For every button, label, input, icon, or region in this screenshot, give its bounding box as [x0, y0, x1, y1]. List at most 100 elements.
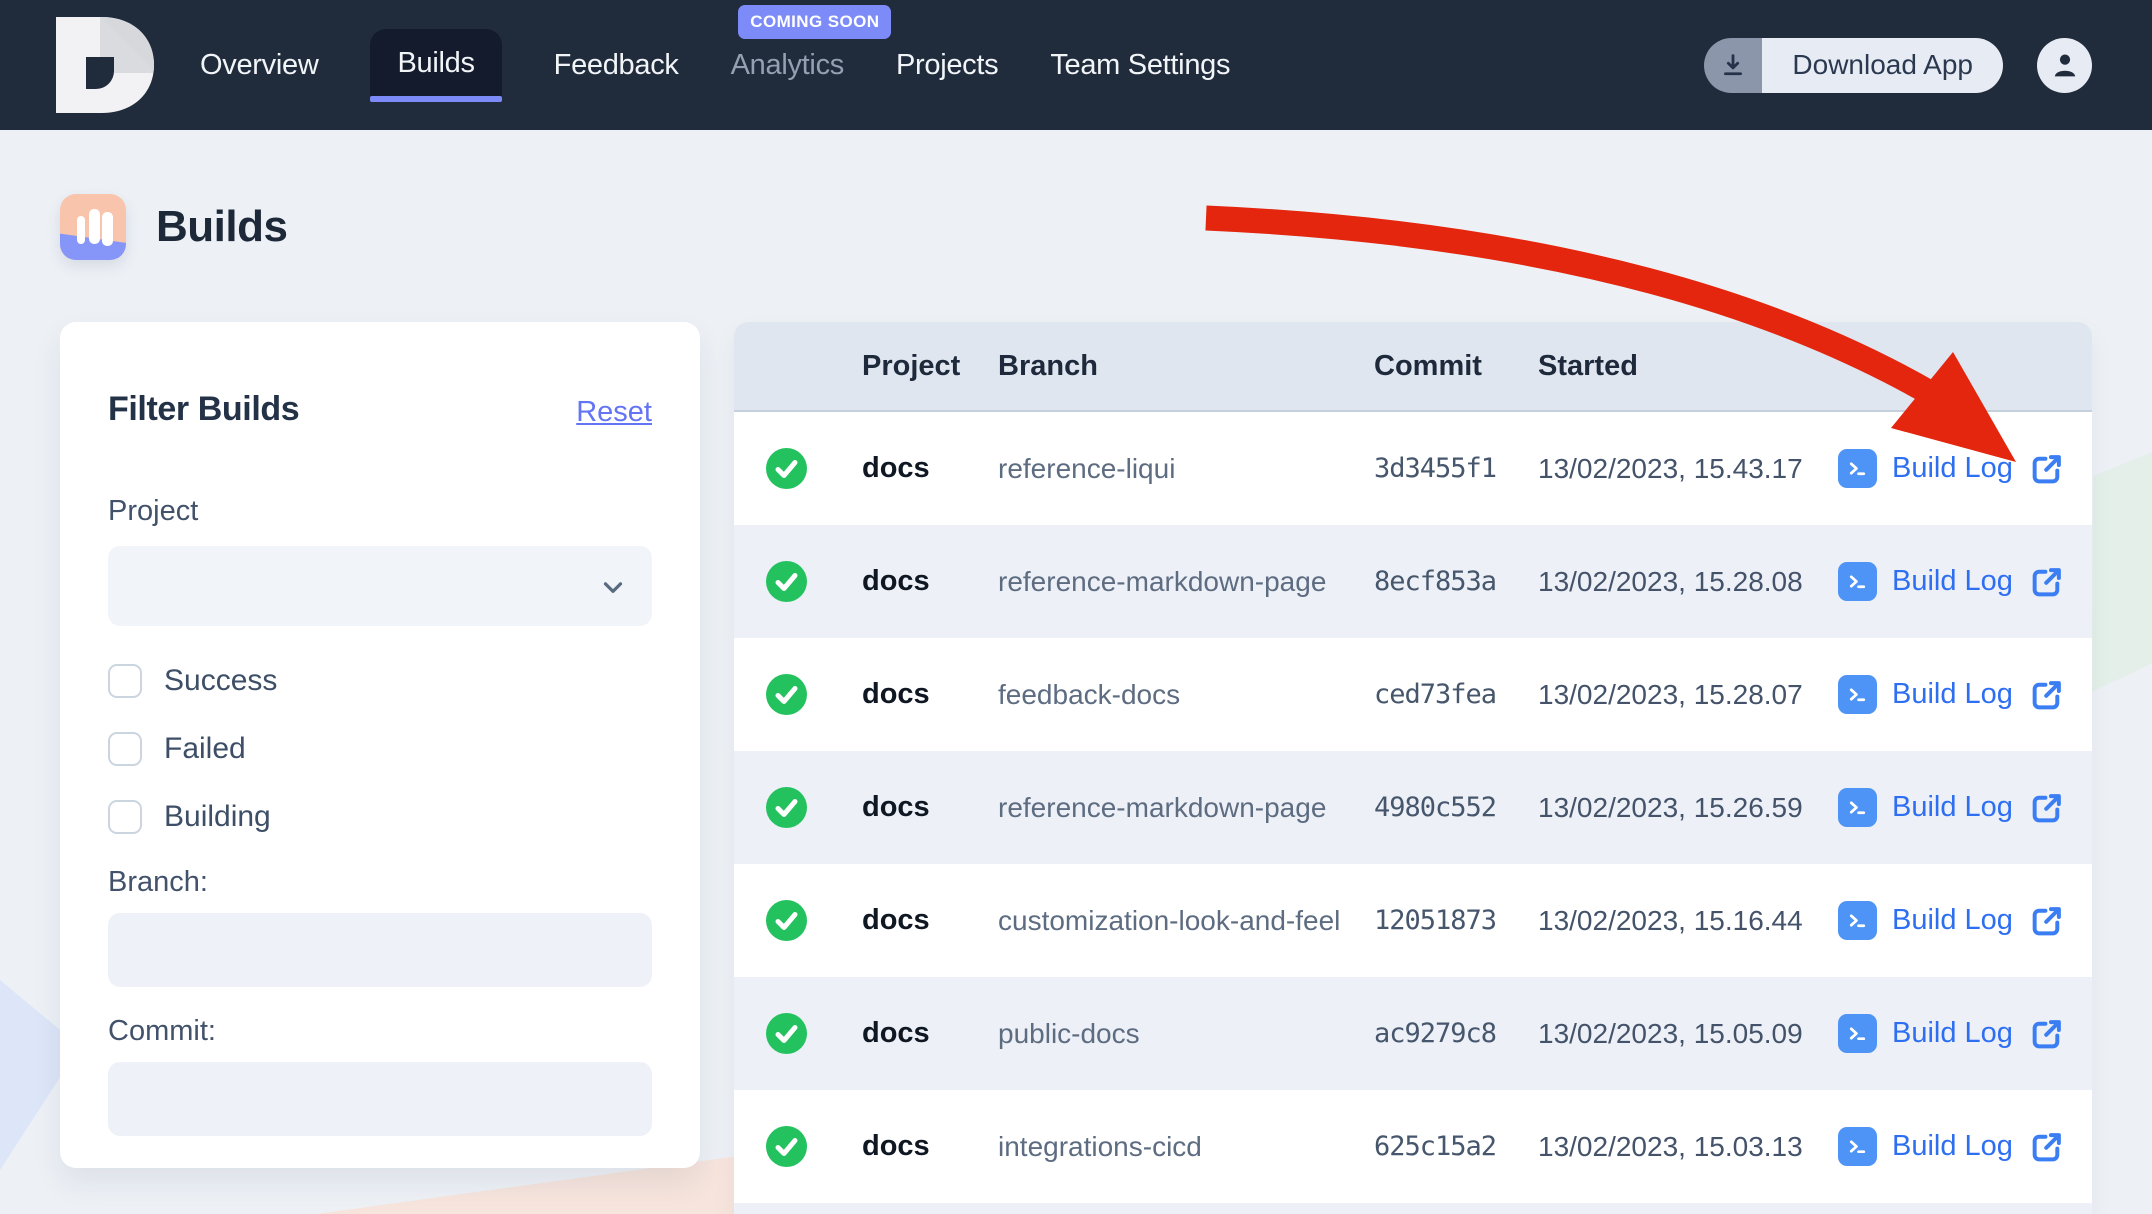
- build-log-link[interactable]: Build Log: [1838, 638, 2013, 751]
- page-header: Builds: [60, 194, 287, 260]
- build-log-label: Build Log: [1892, 678, 2013, 711]
- terminal-icon: [1838, 788, 1877, 827]
- nav-item-analytics[interactable]: COMING SOON Analytics: [731, 49, 844, 82]
- success-status-icon: [766, 674, 807, 715]
- project-field-label: Project: [108, 495, 652, 528]
- build-log-link[interactable]: Build Log: [1838, 864, 2013, 977]
- column-header-branch: Branch: [998, 322, 1098, 410]
- status-checkbox-group: Success Failed Building: [108, 662, 652, 836]
- build-log-label: Build Log: [1892, 904, 2013, 937]
- table-row: docs customization-look-and-feel 1205187…: [734, 864, 2092, 977]
- nav-right-cluster: Download App: [1704, 0, 2152, 130]
- build-log-link[interactable]: Build Log: [1838, 412, 2013, 525]
- primary-nav: Overview Builds Feedback COMING SOON Ana…: [200, 0, 1230, 130]
- external-link-icon[interactable]: [2028, 1128, 2066, 1166]
- commit-field-label: Commit:: [108, 1015, 652, 1048]
- builds-table: Project Branch Commit Started docs refer…: [734, 322, 2092, 1214]
- filter-panel-title: Filter Builds: [108, 390, 299, 429]
- nav-item-builds[interactable]: Builds: [370, 29, 501, 97]
- commit-input[interactable]: [108, 1062, 652, 1136]
- external-link-icon[interactable]: [2028, 676, 2066, 714]
- terminal-icon: [1838, 449, 1877, 488]
- external-link-icon[interactable]: [2028, 902, 2066, 940]
- nav-item-projects[interactable]: Projects: [896, 49, 998, 82]
- cell-branch: integrations-cicd: [998, 1090, 1202, 1203]
- download-icon: [1704, 38, 1762, 93]
- failed-checkbox[interactable]: [108, 732, 142, 766]
- cell-commit: 12051873: [1374, 864, 1496, 977]
- success-checkbox[interactable]: [108, 664, 142, 698]
- cell-branch: reference-markdown-page: [998, 751, 1326, 864]
- table-body: docs reference-liqui 3d3455f1 13/02/2023…: [734, 412, 2092, 1214]
- build-log-label: Build Log: [1892, 1017, 2013, 1050]
- nav-item-team-settings[interactable]: Team Settings: [1050, 49, 1230, 82]
- build-log-link[interactable]: Build Log: [1838, 525, 2013, 638]
- nav-item-builds-label: Builds: [397, 47, 474, 80]
- build-log-label: Build Log: [1892, 791, 2013, 824]
- table-row: docs reference-liqui 3d3455f1 13/02/2023…: [734, 412, 2092, 525]
- table-row-partial: [734, 1203, 2092, 1214]
- build-log-link[interactable]: Build Log: [1838, 977, 2013, 1090]
- success-checkbox-label: Success: [164, 664, 277, 698]
- branch-input[interactable]: [108, 913, 652, 987]
- success-status-icon: [766, 448, 807, 489]
- cell-project: docs: [862, 525, 930, 638]
- table-header-row: Project Branch Commit Started: [734, 322, 2092, 412]
- build-log-label: Build Log: [1892, 565, 2013, 598]
- external-link-icon[interactable]: [2028, 1015, 2066, 1053]
- terminal-icon: [1838, 562, 1877, 601]
- table-row: docs integrations-cicd 625c15a2 13/02/20…: [734, 1090, 2092, 1203]
- nav-item-overview[interactable]: Overview: [200, 49, 318, 82]
- download-app-button[interactable]: Download App: [1704, 38, 2003, 93]
- logo-d-icon: [56, 17, 156, 113]
- project-select[interactable]: [108, 546, 652, 626]
- cell-branch: reference-liqui: [998, 412, 1175, 525]
- cell-started: 13/02/2023, 15.28.07: [1538, 638, 1803, 751]
- external-link-icon[interactable]: [2028, 450, 2066, 488]
- chevron-down-icon: [598, 572, 628, 607]
- terminal-icon: [1838, 1014, 1877, 1053]
- success-status-icon: [766, 1013, 807, 1054]
- cell-project: docs: [862, 864, 930, 977]
- external-link-icon[interactable]: [2028, 563, 2066, 601]
- active-tab-underline: [370, 96, 501, 102]
- building-checkbox-label: Building: [164, 800, 271, 834]
- building-checkbox[interactable]: [108, 800, 142, 834]
- success-status-icon: [766, 561, 807, 602]
- filter-builds-panel: Filter Builds Reset Project Success Fail…: [60, 322, 700, 1168]
- top-navigation-bar: Overview Builds Feedback COMING SOON Ana…: [0, 0, 2152, 130]
- column-header-project: Project: [862, 322, 960, 410]
- cell-branch: public-docs: [998, 977, 1140, 1090]
- page-title: Builds: [156, 202, 287, 252]
- terminal-icon: [1838, 675, 1877, 714]
- success-status-icon: [766, 1126, 807, 1167]
- nav-item-feedback[interactable]: Feedback: [554, 49, 679, 82]
- cell-started: 13/02/2023, 15.16.44: [1538, 864, 1803, 977]
- app-logo[interactable]: [56, 17, 156, 113]
- checkbox-row-success[interactable]: Success: [108, 662, 652, 700]
- checkbox-row-building[interactable]: Building: [108, 798, 652, 836]
- cell-started: 13/02/2023, 15.28.08: [1538, 525, 1803, 638]
- reset-filters-link[interactable]: Reset: [576, 396, 652, 429]
- cell-started: 13/02/2023, 15.05.09: [1538, 977, 1803, 1090]
- table-row: docs public-docs ac9279c8 13/02/2023, 15…: [734, 977, 2092, 1090]
- table-row: docs reference-markdown-page 8ecf853a 13…: [734, 525, 2092, 638]
- cell-project: docs: [862, 1090, 930, 1203]
- external-link-icon[interactable]: [2028, 789, 2066, 827]
- cell-started: 13/02/2023, 15.03.13: [1538, 1090, 1803, 1203]
- user-avatar-button[interactable]: [2037, 38, 2092, 93]
- build-log-label: Build Log: [1892, 452, 2013, 485]
- terminal-icon: [1838, 901, 1877, 940]
- column-header-started: Started: [1538, 322, 1638, 410]
- nav-item-analytics-label: Analytics: [731, 49, 844, 81]
- build-log-link[interactable]: Build Log: [1838, 751, 2013, 864]
- terminal-icon: [1838, 1127, 1877, 1166]
- column-header-commit: Commit: [1374, 322, 1482, 410]
- cell-branch: feedback-docs: [998, 638, 1180, 751]
- cell-commit: ced73fea: [1374, 638, 1496, 751]
- build-log-link[interactable]: Build Log: [1838, 1090, 2013, 1203]
- checkbox-row-failed[interactable]: Failed: [108, 730, 652, 768]
- download-app-label: Download App: [1762, 38, 2003, 93]
- cell-project: docs: [862, 977, 930, 1090]
- builds-page-icon: [60, 194, 126, 260]
